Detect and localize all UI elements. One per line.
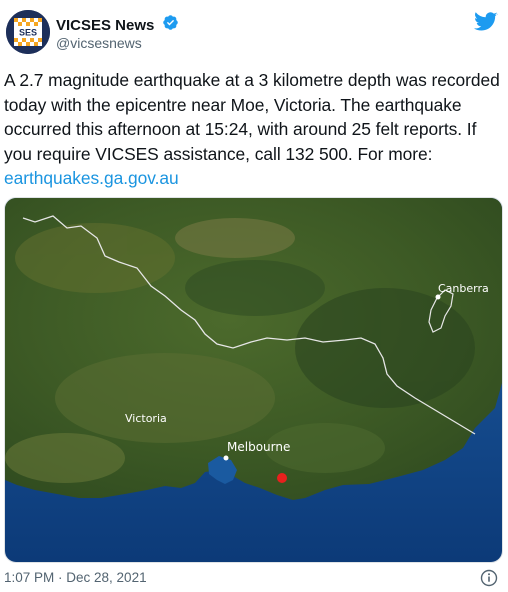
tweet-timestamp[interactable]: 1:07 PM · Dec 28, 2021 bbox=[4, 570, 147, 585]
account-handle[interactable]: @vicsesnews bbox=[56, 35, 142, 51]
verified-badge-icon bbox=[162, 14, 179, 36]
info-icon[interactable] bbox=[480, 569, 498, 592]
avatar[interactable]: SES bbox=[6, 10, 50, 54]
melbourne-marker bbox=[223, 455, 229, 461]
account-name-row: VICSES News bbox=[56, 14, 179, 36]
avatar-text: SES bbox=[19, 28, 37, 38]
map-image[interactable]: Canberra Victoria Melbourne bbox=[4, 197, 503, 563]
canberra-label: Canberra bbox=[438, 282, 489, 295]
twitter-bird-icon[interactable] bbox=[474, 12, 498, 37]
account-name[interactable]: VICSES News bbox=[56, 17, 154, 34]
tweet-text: A 2.7 magnitude earthquake at a 3 kilome… bbox=[4, 68, 504, 191]
epicentre-marker bbox=[277, 473, 287, 483]
tweet-body: A 2.7 magnitude earthquake at a 3 kilome… bbox=[4, 70, 500, 164]
ses-logo-icon: SES bbox=[6, 10, 50, 54]
canberra-marker bbox=[435, 294, 441, 300]
victoria-label: Victoria bbox=[125, 412, 167, 425]
melbourne-label: Melbourne bbox=[227, 440, 290, 454]
tweet-link[interactable]: earthquakes.ga.gov.au bbox=[4, 168, 179, 188]
tweet-header: SES VICSES News @vicsesnews bbox=[0, 0, 508, 64]
